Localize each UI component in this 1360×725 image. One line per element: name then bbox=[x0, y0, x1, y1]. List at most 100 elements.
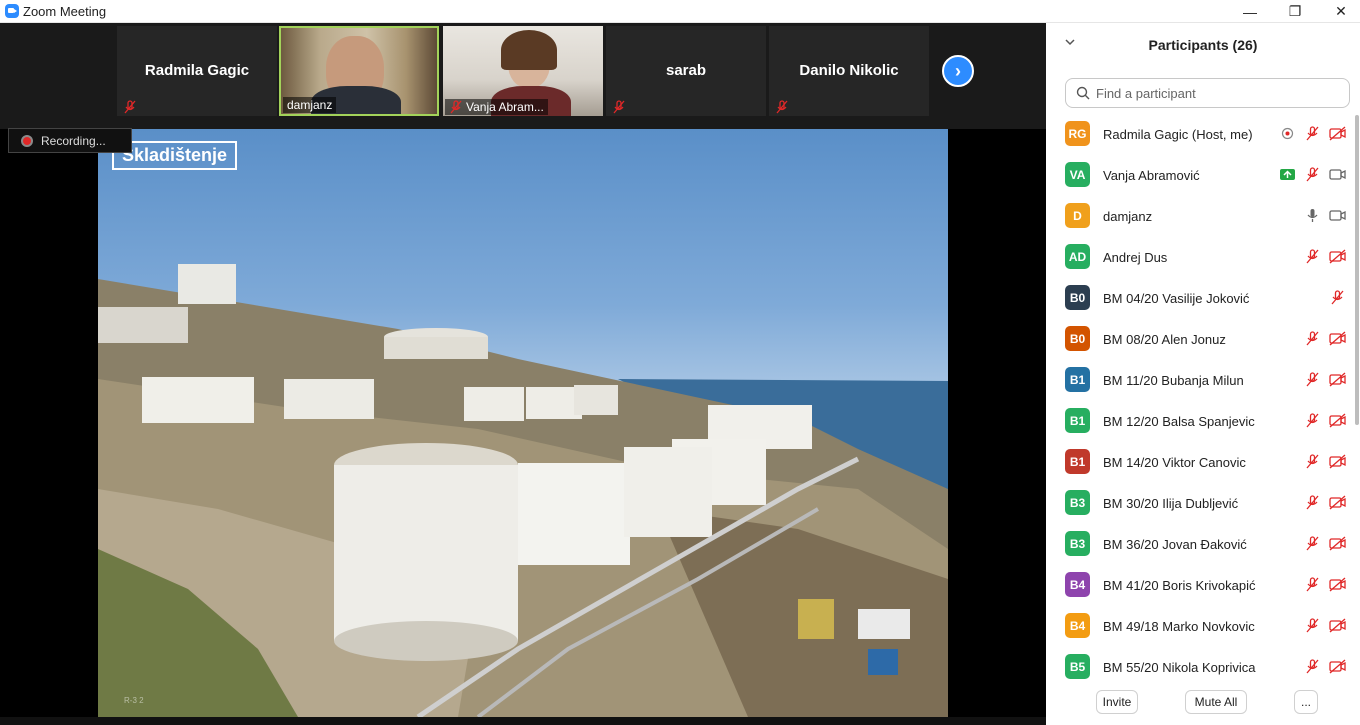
participant-name: damjanz bbox=[1103, 209, 1153, 224]
video-off-icon[interactable] bbox=[1329, 659, 1346, 674]
panel-scrollbar[interactable] bbox=[1355, 115, 1359, 425]
participant-row[interactable]: B4 BM 49/18 Marko Novkovic bbox=[1046, 607, 1360, 648]
mic-muted-icon[interactable] bbox=[1304, 536, 1321, 551]
mic-muted-icon bbox=[613, 100, 625, 114]
video-tile-sarab[interactable]: sarab bbox=[606, 26, 766, 116]
mic-muted-icon[interactable] bbox=[1304, 413, 1321, 428]
tile-status: Vanja Abram... bbox=[445, 99, 548, 115]
participant-name: BM 30/20 Ilija Dubljević bbox=[1103, 496, 1239, 511]
recording-indicator[interactable]: Recording... bbox=[8, 128, 132, 153]
video-off-icon[interactable] bbox=[1329, 331, 1346, 346]
participant-row[interactable]: B4 BM 41/20 Boris Krivokapić bbox=[1046, 566, 1360, 607]
avatar: B1 bbox=[1065, 408, 1090, 433]
participant-name: BM 41/20 Boris Krivokapić bbox=[1103, 578, 1256, 593]
search-input[interactable] bbox=[1096, 85, 1336, 101]
participant-status-icons bbox=[1304, 249, 1346, 264]
participant-row[interactable]: B1 BM 12/20 Balsa Spanjevic bbox=[1046, 402, 1360, 443]
participant-row[interactable]: AD Andrej Dus bbox=[1046, 238, 1360, 279]
mic-muted-icon[interactable] bbox=[1304, 126, 1321, 141]
video-on-icon[interactable] bbox=[1329, 208, 1346, 223]
minimize-button[interactable]: — bbox=[1227, 0, 1273, 23]
bottom-bar bbox=[0, 717, 1046, 725]
participant-name: BM 14/20 Viktor Canovic bbox=[1103, 455, 1246, 470]
mic-muted-icon[interactable] bbox=[1304, 372, 1321, 387]
tile-status bbox=[608, 99, 630, 115]
more-button[interactable]: ... bbox=[1294, 690, 1318, 714]
participant-status-icons bbox=[1279, 126, 1346, 141]
avatar: B3 bbox=[1065, 490, 1090, 515]
slide-watermark: R-3 2 bbox=[124, 696, 144, 705]
video-off-icon[interactable] bbox=[1329, 454, 1346, 469]
participant-row[interactable]: VA Vanja Abramović bbox=[1046, 156, 1360, 197]
record-icon bbox=[21, 134, 33, 147]
record-icon[interactable] bbox=[1279, 126, 1296, 141]
participant-row[interactable]: B3 BM 36/20 Jovan Đaković bbox=[1046, 525, 1360, 566]
mic-muted-icon bbox=[776, 100, 788, 114]
participant-row[interactable]: B5 BM 55/20 Nikola Koprivica bbox=[1046, 648, 1360, 683]
tile-label: damjanz bbox=[283, 97, 337, 113]
mic-muted-icon[interactable] bbox=[1304, 495, 1321, 510]
video-off-icon[interactable] bbox=[1329, 126, 1346, 141]
video-tile-vanja[interactable]: Vanja Abram... bbox=[443, 26, 603, 116]
video-tile-danilo[interactable]: Danilo Nikolic bbox=[769, 26, 929, 116]
share-icon[interactable] bbox=[1279, 167, 1296, 182]
participant-search[interactable] bbox=[1065, 78, 1350, 108]
mic-muted-icon[interactable] bbox=[1304, 454, 1321, 469]
invite-button[interactable]: Invite bbox=[1096, 690, 1138, 714]
video-off-icon[interactable] bbox=[1329, 577, 1346, 592]
participant-name: BM 12/20 Balsa Spanjevic bbox=[1103, 414, 1255, 429]
participant-row[interactable]: B1 BM 11/20 Bubanja Milun bbox=[1046, 361, 1360, 402]
video-tile-radmila[interactable]: Radmila Gagic bbox=[117, 26, 277, 116]
mic-muted-icon[interactable] bbox=[1304, 331, 1321, 346]
participant-row[interactable]: RG Radmila Gagic (Host, me) bbox=[1046, 115, 1360, 156]
avatar: B1 bbox=[1065, 367, 1090, 392]
panel-footer: Invite Mute All ... bbox=[1046, 686, 1360, 725]
video-on-icon[interactable] bbox=[1329, 167, 1346, 182]
video-off-icon[interactable] bbox=[1329, 249, 1346, 264]
participant-row[interactable]: B3 BM 30/20 Ilija Dubljević bbox=[1046, 484, 1360, 525]
participant-name: BM 55/20 Nikola Koprivica bbox=[1103, 660, 1256, 675]
participant-name: Andrej Dus bbox=[1103, 250, 1168, 265]
participant-name: BM 49/18 Marko Novkovic bbox=[1103, 619, 1255, 634]
participants-panel: Participants (26) RG Radmila Gagic (Host,… bbox=[1046, 23, 1360, 725]
avatar: RG bbox=[1065, 121, 1090, 146]
tile-participant-name: Radmila Gagic bbox=[144, 62, 250, 79]
avatar: AD bbox=[1065, 244, 1090, 269]
close-button[interactable]: ✕ bbox=[1318, 0, 1360, 23]
participant-status-icons bbox=[1304, 618, 1346, 633]
mic-muted-icon[interactable] bbox=[1304, 249, 1321, 264]
participant-row[interactable]: B0 BM 08/20 Alen Jonuz bbox=[1046, 320, 1360, 361]
video-off-icon[interactable] bbox=[1329, 495, 1346, 510]
tile-status bbox=[771, 99, 793, 115]
participant-name: Radmila Gagic (Host, me) bbox=[1103, 127, 1253, 142]
participant-name: Vanja Abramović bbox=[1103, 168, 1200, 183]
mic-muted-icon[interactable] bbox=[1329, 290, 1346, 305]
video-off-icon[interactable] bbox=[1329, 372, 1346, 387]
participant-status-icons bbox=[1304, 372, 1346, 387]
avatar: B4 bbox=[1065, 572, 1090, 597]
participant-row[interactable]: B0 BM 04/20 Vasilije Joković bbox=[1046, 279, 1360, 320]
next-page-button[interactable]: › bbox=[942, 55, 974, 87]
mic-muted-icon[interactable] bbox=[1304, 577, 1321, 592]
participant-status-icons bbox=[1304, 577, 1346, 592]
participant-status-icons bbox=[1304, 413, 1346, 428]
avatar: B3 bbox=[1065, 531, 1090, 556]
video-off-icon[interactable] bbox=[1329, 618, 1346, 633]
tile-participant-name: Danilo Nikolic bbox=[799, 62, 899, 79]
mic-on-icon[interactable] bbox=[1304, 208, 1321, 223]
mic-muted-icon[interactable] bbox=[1304, 659, 1321, 674]
mic-muted-icon[interactable] bbox=[1304, 618, 1321, 633]
mic-muted-icon[interactable] bbox=[1304, 167, 1321, 182]
video-off-icon[interactable] bbox=[1329, 536, 1346, 551]
participant-row[interactable]: B1 BM 14/20 Viktor Canovic bbox=[1046, 443, 1360, 484]
avatar: B5 bbox=[1065, 654, 1090, 679]
restore-button[interactable]: ❐ bbox=[1272, 0, 1318, 23]
video-off-icon[interactable] bbox=[1329, 413, 1346, 428]
avatar: D bbox=[1065, 203, 1090, 228]
video-tile-damjanz[interactable]: damjanz bbox=[279, 26, 439, 116]
mute-all-button[interactable]: Mute All bbox=[1185, 690, 1247, 714]
window-title: Zoom Meeting bbox=[23, 4, 107, 19]
participant-status-icons bbox=[1304, 659, 1346, 674]
participant-row[interactable]: Ddamjanz bbox=[1046, 197, 1360, 238]
participant-list: RG Radmila Gagic (Host, me) VA Vanja Abramo… bbox=[1046, 115, 1360, 683]
